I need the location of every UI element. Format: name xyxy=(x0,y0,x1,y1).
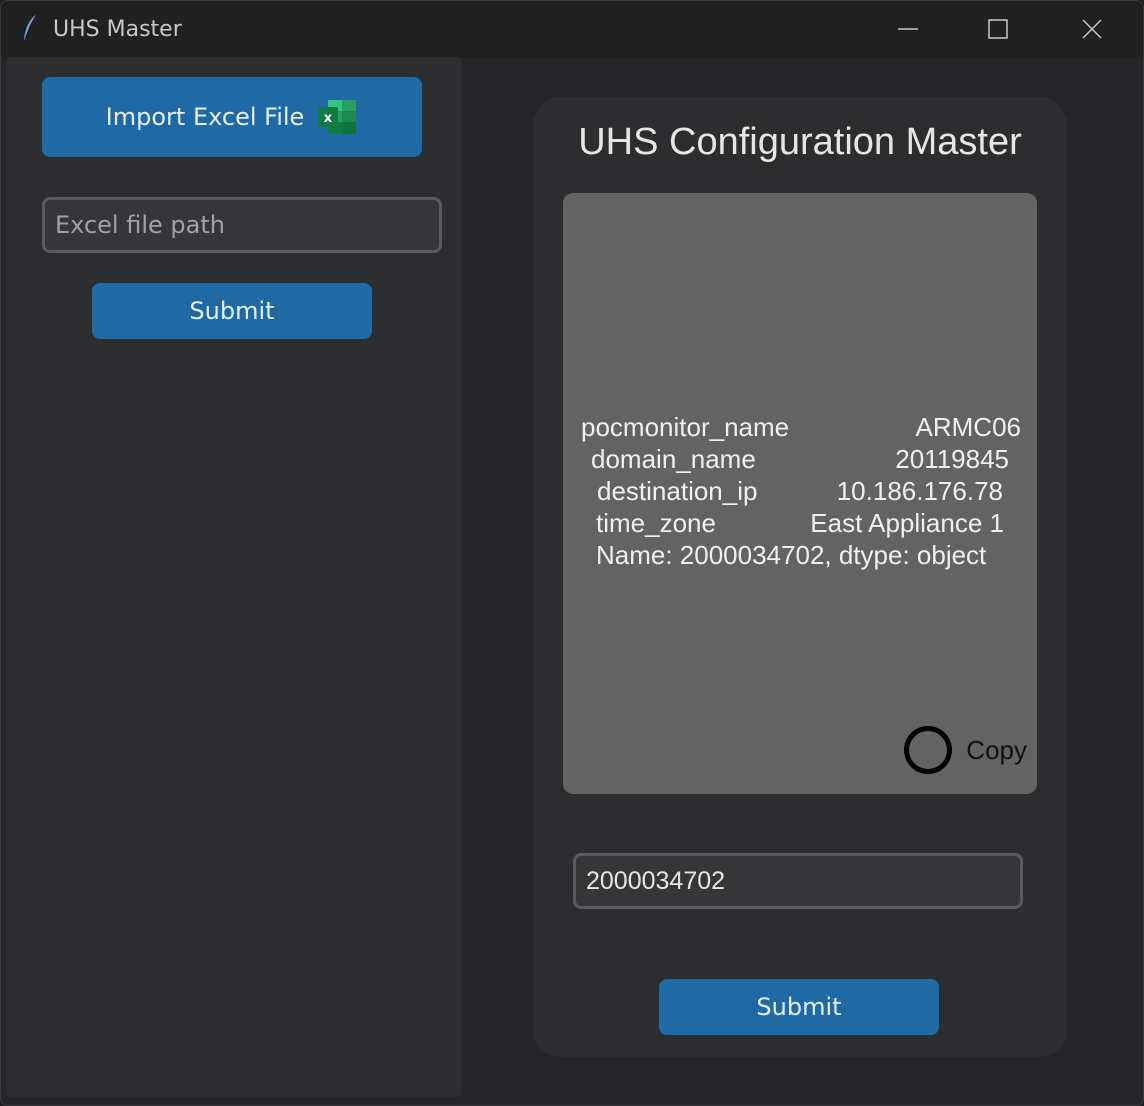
title-bar: UHS Master xyxy=(1,1,1143,57)
output-key: pocmonitor_name xyxy=(581,412,790,442)
close-button[interactable] xyxy=(1047,1,1137,57)
minimize-button[interactable] xyxy=(863,1,953,57)
sidebar-submit-label: Submit xyxy=(189,297,275,325)
main-submit-button[interactable]: Submit xyxy=(659,979,939,1035)
output-value: 20119845 xyxy=(895,444,1009,474)
page-title: UHS Configuration Master xyxy=(578,121,1022,163)
radio-circle-icon xyxy=(904,726,953,774)
svg-text:x: x xyxy=(324,111,333,126)
output-key: domain_name xyxy=(591,444,756,474)
copy-label: Copy xyxy=(966,734,1027,765)
sidebar: Import Excel File x Submit xyxy=(6,57,462,1097)
output-row: domain_name 20119845 xyxy=(563,443,1037,475)
excel-icon: x xyxy=(318,100,357,134)
maximize-button[interactable] xyxy=(953,1,1043,57)
output-value: ARMC06 xyxy=(915,412,1021,442)
import-excel-label: Import Excel File xyxy=(105,103,305,131)
output-footer: Name: 2000034702, dtype: object xyxy=(596,540,987,570)
output-row: Name: 2000034702, dtype: object xyxy=(563,539,1037,571)
maximize-icon xyxy=(988,19,1008,39)
excel-path-input[interactable] xyxy=(42,197,442,253)
feather-icon xyxy=(24,13,38,41)
import-excel-button[interactable]: Import Excel File x xyxy=(42,77,422,157)
output-value: 10.186.176.78 xyxy=(836,476,1003,506)
output-row: time_zone East Appliance 1 xyxy=(563,507,1037,539)
output-row: pocmonitor_name ARMC06 xyxy=(563,411,1037,443)
output-content: pocmonitor_name ARMC06 domain_name 20119… xyxy=(563,411,1037,571)
config-card: UHS Configuration Master pocmonitor_name… xyxy=(533,97,1067,1057)
output-key: destination_ip xyxy=(597,476,758,506)
output-row: destination_ip 10.186.176.78 xyxy=(563,475,1037,507)
output-textbox[interactable]: pocmonitor_name ARMC06 domain_name 20119… xyxy=(563,193,1037,794)
close-icon xyxy=(1082,19,1102,39)
window-title: UHS Master xyxy=(53,17,182,42)
sidebar-submit-button[interactable]: Submit xyxy=(92,283,372,339)
minimize-icon xyxy=(898,28,918,30)
output-key: time_zone xyxy=(596,508,716,538)
copy-radio[interactable]: Copy xyxy=(904,726,1027,774)
main-submit-label: Submit xyxy=(756,993,842,1021)
output-value: East Appliance 1 xyxy=(810,508,1004,538)
id-input[interactable] xyxy=(573,853,1023,909)
app-window: UHS Master Import Excel File x Excel fil… xyxy=(0,0,1144,1106)
